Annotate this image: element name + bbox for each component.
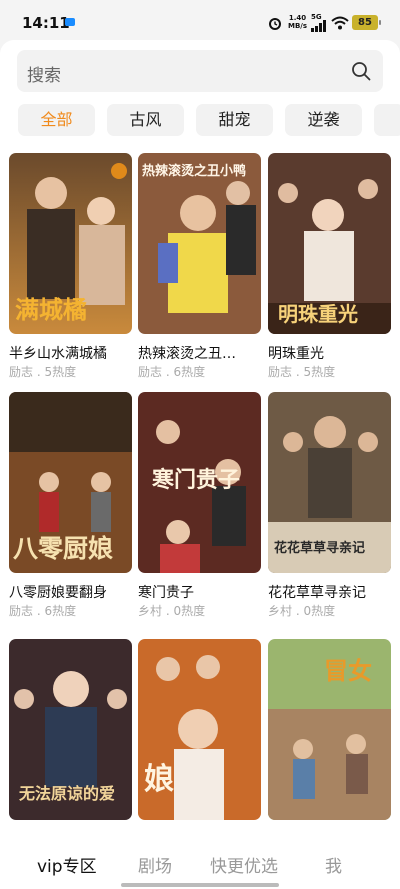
drama-meta: 励志 . 5热度	[268, 365, 336, 379]
status-time: 14:11	[22, 14, 70, 32]
poster-title-text: 寒门贵子	[152, 467, 240, 493]
drama-meta: 励志 . 5热度	[9, 365, 77, 379]
category-chip-sweet[interactable]: 甜宠	[196, 104, 273, 136]
network-speed: 1.40 MB/s	[288, 14, 308, 30]
status-bar: 14:11 1.40 MB/s 5G 85	[0, 0, 400, 44]
nav-vip[interactable]: vip专区	[37, 852, 97, 877]
drama-poster[interactable]: 冒女	[268, 639, 391, 820]
category-tabs: 全部 古风 甜宠 逆袭	[0, 104, 400, 138]
drama-poster[interactable]: 明珠重光	[268, 153, 391, 334]
drama-title[interactable]: 寒门贵子	[138, 582, 261, 602]
drama-title[interactable]: 半乡山水满城橘	[9, 343, 132, 363]
main-content: 搜索 全部 古风 甜宠 逆袭 满城橘 半乡山水满城橘 励志 . 5热度 热辣滚烫…	[0, 40, 400, 832]
poster-title-text: 明珠重光	[278, 302, 358, 326]
category-chip-ancient[interactable]: 古风	[107, 104, 184, 136]
battery-indicator: 85	[352, 15, 381, 30]
drama-meta: 乡村 . 0热度	[268, 604, 336, 618]
drama-poster[interactable]: 满城橘	[9, 153, 132, 334]
poster-title-text: 冒女	[324, 657, 372, 685]
drama-meta: 励志 . 6热度	[9, 604, 77, 618]
drama-title[interactable]: 明珠重光	[268, 343, 391, 363]
nav-theater[interactable]: 剧场	[138, 852, 172, 877]
poster-title-text: 热辣滚烫之丑小鸭	[142, 163, 246, 179]
drama-poster[interactable]: 花花草草寻亲记	[268, 392, 391, 573]
category-chip-all[interactable]: 全部	[18, 104, 95, 136]
app-notification-icon	[65, 18, 75, 26]
signal-icon	[311, 20, 326, 32]
nav-quick-picks[interactable]: 快更优选	[210, 852, 278, 877]
drama-title[interactable]: 八零厨娘要翻身	[9, 582, 132, 602]
drama-poster[interactable]: 八零厨娘	[9, 392, 132, 573]
alarm-icon	[269, 18, 281, 30]
home-indicator[interactable]	[121, 883, 279, 887]
search-input[interactable]: 搜索	[17, 50, 383, 92]
poster-title-text: 满城橘	[15, 296, 87, 324]
search-placeholder: 搜索	[27, 66, 61, 86]
drama-poster[interactable]: 娘	[138, 639, 261, 820]
search-icon[interactable]	[351, 61, 371, 81]
poster-title-text: 无法原谅的爱	[18, 784, 115, 803]
poster-title-text: 娘	[144, 762, 174, 797]
nav-me[interactable]: 我	[325, 852, 342, 877]
wifi-icon	[331, 16, 349, 30]
drama-poster[interactable]: 热辣滚烫之丑小鸭	[138, 153, 261, 334]
category-chip-more[interactable]	[374, 104, 400, 136]
drama-title[interactable]: 花花草草寻亲记	[268, 582, 391, 602]
drama-poster[interactable]: 寒门贵子	[138, 392, 261, 573]
category-chip-comeback[interactable]: 逆袭	[285, 104, 362, 136]
drama-meta: 乡村 . 0热度	[138, 604, 206, 618]
drama-poster[interactable]: 无法原谅的爱	[9, 639, 132, 820]
drama-title[interactable]: 热辣滚烫之丑…	[138, 343, 261, 363]
bottom-nav: vip专区 剧场 快更优选 我	[0, 832, 400, 889]
poster-title-text: 花花草草寻亲记	[274, 540, 365, 556]
drama-meta: 励志 . 6热度	[138, 365, 206, 379]
poster-title-text: 八零厨娘	[13, 534, 113, 563]
